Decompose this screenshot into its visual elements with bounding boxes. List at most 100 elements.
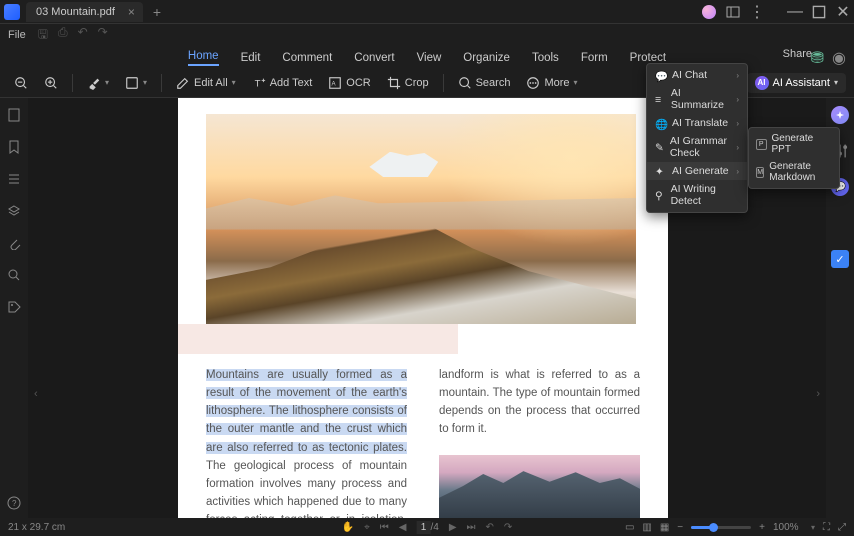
decorative-block [178,324,458,354]
kebab-menu-icon[interactable]: ⋮ [750,5,764,19]
menu-edit[interactable]: Edit [241,50,261,66]
crop-button[interactable]: Crop [381,73,435,93]
check-icon[interactable]: ✓ [831,250,849,268]
bookmarks-icon[interactable] [7,140,21,154]
hand-tool-icon[interactable]: ✋ [342,522,354,533]
hero-image-section [178,98,668,336]
page-input[interactable] [416,521,430,534]
svg-text:T: T [254,78,260,89]
edit-all-label: Edit All [194,77,228,89]
svg-text:A: A [332,80,337,87]
share-button[interactable]: Share [783,48,812,60]
help-icon[interactable]: ? [7,496,21,510]
tag-icon[interactable] [7,300,21,314]
new-tab-button[interactable]: + [147,4,167,20]
menubar-right-icons: ⛃ ◉ [811,48,846,68]
titlebar-right: ⋮ — ✕ [702,5,850,19]
divider [72,74,73,92]
prev-page-icon[interactable]: ◀ [399,522,407,533]
document-tab[interactable]: 03 Mountain.pdf × [26,2,143,22]
continuous-icon[interactable]: ▦ [660,522,669,533]
ai-chat-item[interactable]: 💬AI Chat› [647,66,747,84]
titlebar: 03 Mountain.pdf × + ⋮ — ✕ [0,0,854,24]
zoom-level: 100% [773,522,803,533]
ai-grammar-item[interactable]: ✎AI Grammar Check› [647,132,747,162]
print-icon[interactable]: ⎙ [58,25,68,46]
ai-generate-submenu: PGenerate PPT MGenerate Markdown [748,127,840,189]
user-avatar[interactable] [702,5,716,19]
zoom-in-button[interactable] [38,73,64,93]
ai-summarize-item[interactable]: ≡AI Summarize› [647,84,747,114]
attachment-icon[interactable] [7,236,21,250]
body-text-rest: The geological process of mountain forma… [206,460,407,518]
file-menu[interactable]: File [8,29,26,41]
zoom-out-icon[interactable]: − [677,522,683,533]
ai-assistant-button[interactable]: AI AI Assistant ▾ [747,73,847,93]
rotate-right-icon[interactable]: ↷ [504,522,512,533]
add-text-label: Add Text [270,77,313,89]
left-sidebar: ? [0,98,28,518]
save-icon[interactable]: 🖫 [38,25,48,46]
ai-panel-icon[interactable] [831,106,849,124]
window-close-icon[interactable]: ✕ [836,5,850,19]
highlight-button[interactable]: ▾ [81,73,115,93]
zoom-in-icon[interactable]: + [759,522,765,533]
search-label: Search [476,77,511,89]
select-tool-icon[interactable]: ⌖ [364,522,370,533]
menu-home[interactable]: Home [188,48,219,66]
menu-organize[interactable]: Organize [463,50,510,66]
left-column[interactable]: Mountains are usually formed as a result… [206,366,407,518]
rotate-left-icon[interactable]: ↶ [486,522,494,533]
filebar: File 🖫 ⎙ ↶ ↷ [0,24,854,46]
search-button[interactable]: Search [452,73,517,93]
menu-comment[interactable]: Comment [282,50,332,66]
generate-markdown-item[interactable]: MGenerate Markdown [749,158,839,186]
generate-ppt-item[interactable]: PGenerate PPT [749,130,839,158]
ai-generate-item[interactable]: ✦AI Generate› [647,162,747,180]
page-prev-arrow[interactable]: ‹ [34,388,38,400]
menu-convert[interactable]: Convert [354,50,394,66]
last-page-icon[interactable]: ⏭ [467,522,476,533]
zoom-out-button[interactable] [8,73,34,93]
close-tab-icon[interactable]: × [128,5,135,19]
list-icon[interactable] [7,172,21,186]
view-controls: ▭ ▥ ▦ − + 100% ▾ ⛶ ⤢ [625,522,846,533]
ai-writing-detect-item[interactable]: ⚲AI Writing Detect [647,180,747,210]
fullscreen-icon[interactable]: ⤢ [838,522,846,533]
window-minimize-icon[interactable]: — [788,5,802,19]
next-page-icon[interactable]: ▶ [449,522,457,533]
add-text-button[interactable]: T Add Text [246,73,319,93]
menu-form[interactable]: Form [581,50,608,66]
redo-icon[interactable]: ↷ [98,25,108,46]
menu-view[interactable]: View [417,50,442,66]
first-page-icon[interactable]: ⏮ [380,522,389,533]
right-column[interactable]: landform is what is referred to as a mou… [439,366,640,518]
statusbar: 21 x 29.7 cm ✋ ⌖ ⏮ ◀ /4 ▶ ⏭ ↶ ↷ ▭ ▥ ▦ − … [0,518,854,536]
undo-icon[interactable]: ↶ [78,25,88,46]
page-next-arrow[interactable]: › [816,388,820,400]
window-maximize-icon[interactable] [812,5,826,19]
search-icon[interactable] [7,268,21,282]
panel-icon[interactable] [726,5,740,19]
two-page-icon[interactable]: ▥ [642,522,651,533]
notification-icon[interactable]: ◉ [832,48,846,68]
edit-all-button[interactable]: Edit All▾ [170,73,242,93]
ocr-button[interactable]: AOCR [322,73,376,93]
ai-assistant-menu: 💬AI Chat› ≡AI Summarize› 🌐AI Translate› … [646,63,748,213]
single-page-icon[interactable]: ▭ [625,522,634,533]
crop-label: Crop [405,77,429,89]
document-page: ▶ ▶ Mountains are usually formed as a re… [178,98,668,518]
thumbnails-icon[interactable] [7,108,21,122]
layers-icon[interactable] [7,204,21,218]
more-label: More [544,77,569,89]
ai-translate-item[interactable]: 🌐AI Translate› [647,114,747,132]
shape-button[interactable]: ▾ [119,73,153,93]
more-button[interactable]: More▾ [520,73,583,93]
filebar-quick-icons: 🖫 ⎙ ↶ ↷ [38,25,108,46]
menu-tools[interactable]: Tools [532,50,559,66]
cloud-icon[interactable]: ⛃ [811,48,824,68]
fit-width-icon[interactable]: ⛶ [823,522,830,533]
zoom-slider[interactable] [691,526,751,529]
right-col-text: landform is what is referred to as a mou… [439,369,640,435]
page-indicator: /4 [416,521,438,534]
